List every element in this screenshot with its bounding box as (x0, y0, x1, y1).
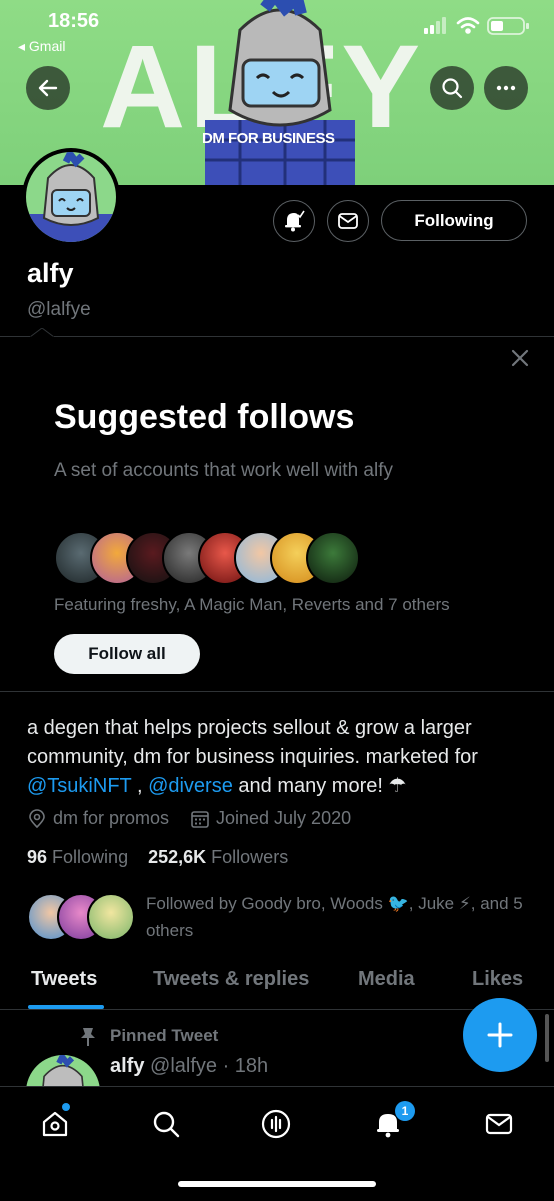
bio-separator: , (131, 775, 149, 797)
followed-by-avatars[interactable] (27, 893, 137, 943)
profile-name: alfy (27, 258, 74, 288)
nav-messages[interactable] (482, 1107, 516, 1141)
profile-joined: Joined July 2020 (190, 808, 351, 829)
plus-icon (487, 1022, 513, 1048)
message-button[interactable] (327, 200, 369, 242)
notifications-badge: 1 (395, 1101, 415, 1121)
status-icons (424, 17, 529, 35)
battery-icon (487, 17, 529, 35)
tab-likes[interactable]: Likes (472, 968, 523, 991)
search-button[interactable] (430, 66, 474, 110)
divider (0, 691, 554, 692)
following-button[interactable]: Following (381, 200, 527, 241)
card-pointer (30, 328, 54, 338)
pinned-tweet-label: Pinned Tweet (110, 1026, 219, 1045)
followers-count-link[interactable]: 252,6K Followers (148, 847, 288, 867)
suggested-avatars[interactable] (54, 531, 360, 585)
home-new-dot (62, 1103, 70, 1111)
nav-search[interactable] (149, 1107, 183, 1141)
nav-spaces[interactable] (259, 1107, 293, 1141)
home-indicator[interactable] (178, 1181, 376, 1187)
more-button[interactable] (484, 66, 528, 110)
search-icon (153, 1111, 180, 1138)
joined-text: Joined July 2020 (216, 808, 352, 828)
follow-all-button[interactable]: Follow all (54, 634, 200, 674)
location-text: dm for promos (53, 808, 170, 828)
tabs-divider (0, 1009, 554, 1010)
scrollbar[interactable] (545, 1014, 549, 1062)
suggested-follows-subtitle: A set of accounts that work well with al… (54, 460, 393, 481)
following-label: Following (52, 847, 129, 867)
following-count-link[interactable]: 96 Following (27, 847, 128, 867)
bell-check-icon (285, 210, 305, 232)
profile-handle: @lalfye (27, 299, 91, 320)
following-count: 96 (27, 847, 48, 867)
banner-tagline: DM FOR BUSINESS (202, 130, 335, 147)
followed-by-text[interactable]: Followed by Goody bro, Woods 🐦, Juke ⚡, … (146, 890, 536, 944)
close-icon[interactable] (508, 346, 532, 370)
more-icon (496, 85, 516, 91)
tweet-author-name: alfy (110, 1055, 145, 1077)
envelope-icon (485, 1113, 513, 1135)
search-icon (442, 78, 463, 99)
compose-tweet-button[interactable] (463, 998, 537, 1072)
signal-icon (424, 17, 446, 34)
divider (0, 336, 554, 337)
calendar-icon (191, 810, 209, 828)
back-to-app-link[interactable]: ◂ Gmail (18, 38, 65, 55)
suggested-avatar (306, 531, 360, 585)
location-pin-icon (29, 808, 45, 828)
suggested-follows-title: Suggested follows (54, 398, 355, 436)
tab-tweets[interactable]: Tweets (31, 968, 97, 991)
tweet-meta: @lalfye · 18h (150, 1055, 269, 1077)
tab-tweets-replies[interactable]: Tweets & replies (153, 968, 309, 991)
followers-label: Followers (211, 847, 289, 867)
tab-media[interactable]: Media (358, 968, 415, 991)
profile-bio: a degen that helps projects sellout & gr… (27, 714, 527, 801)
follow-counts: 96 Following 252,6K Followers (27, 847, 288, 868)
profile-avatar[interactable] (22, 148, 120, 246)
spaces-icon (261, 1109, 291, 1139)
profile-location: dm for promos (27, 808, 169, 829)
arrow-left-icon (38, 79, 58, 97)
bio-text: a degen that helps projects sellout & gr… (27, 717, 478, 768)
bio-link-diverse[interactable]: @diverse (148, 775, 233, 797)
notify-button[interactable] (273, 200, 315, 242)
envelope-icon (338, 213, 358, 229)
banner-mascot (205, 0, 355, 185)
home-icon (42, 1111, 68, 1137)
nav-home[interactable] (38, 1107, 72, 1141)
status-time: 18:56 (48, 10, 100, 32)
followers-count: 252,6K (148, 847, 207, 867)
knight-avatar-image (26, 152, 116, 242)
follower-avatar (87, 893, 135, 941)
wifi-icon (456, 17, 480, 34)
bio-text-end: and many more! ☂ (232, 775, 407, 797)
tweet-header: alfy @lalfye · 18h (110, 1055, 268, 1078)
pin-icon (81, 1028, 95, 1046)
back-button[interactable] (26, 66, 70, 110)
suggested-featuring: Featuring freshy, A Magic Man, Reverts a… (54, 595, 450, 614)
bio-link-tsukinft[interactable]: @TsukiNFT (27, 775, 131, 797)
